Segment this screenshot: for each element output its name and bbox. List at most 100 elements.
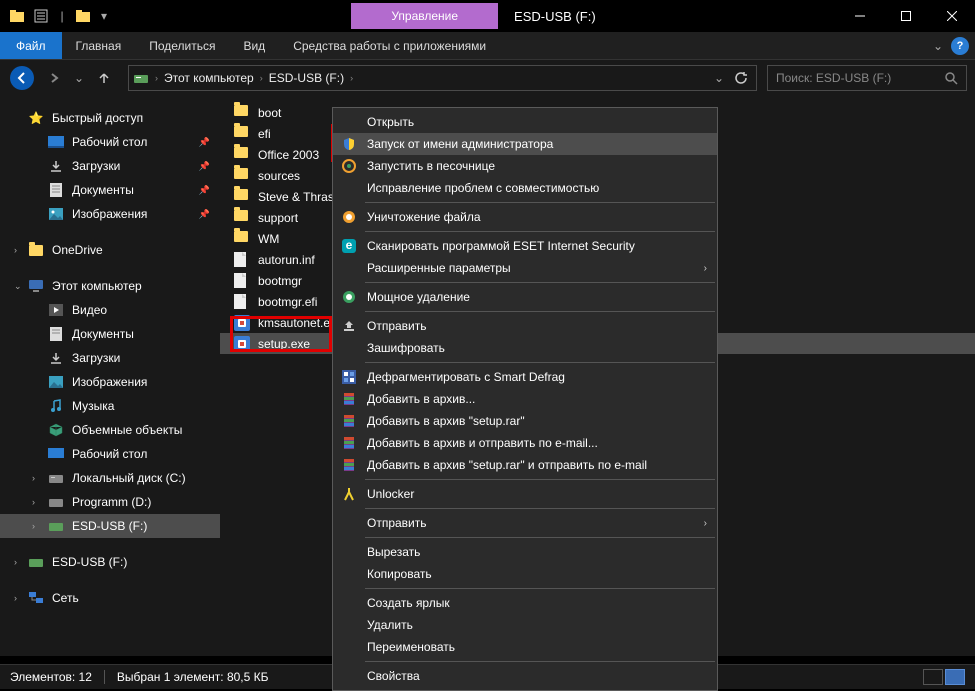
menu-item-label: Дефрагментировать с Smart Defrag (367, 370, 565, 384)
folder-icon (234, 105, 250, 121)
up-button[interactable] (90, 64, 118, 92)
breadcrumb-drive[interactable]: ESD-USB (F:) (265, 71, 348, 85)
nav-3d-objects[interactable]: Объемные объекты (0, 418, 220, 442)
nav-desktop-pc[interactable]: Рабочий стол (0, 442, 220, 466)
nav-quick-access[interactable]: ⭐ Быстрый доступ (0, 106, 220, 130)
nav-this-pc[interactable]: ⌄Этот компьютер (0, 274, 220, 298)
nav-onedrive[interactable]: ›OneDrive (0, 238, 220, 262)
nav-documents-pc[interactable]: Документы (0, 322, 220, 346)
close-button[interactable] (929, 0, 975, 32)
maximize-button[interactable] (883, 0, 929, 32)
nav-pictures[interactable]: Изображения📌 (0, 202, 220, 226)
svg-text:e: e (346, 239, 353, 252)
contextual-tab[interactable]: Управление (351, 3, 498, 29)
expand-icon[interactable]: › (32, 521, 35, 531)
help-icon[interactable]: ? (951, 37, 969, 55)
new-folder-icon[interactable] (74, 7, 92, 25)
menu-item-label: Сканировать программой ESET Internet Sec… (367, 239, 635, 253)
nav-drive-c[interactable]: ›Локальный диск (C:) (0, 466, 220, 490)
ribbon-tab-share[interactable]: Поделиться (135, 32, 229, 59)
nav-drive-f[interactable]: ›ESD-USB (F:) (0, 514, 220, 538)
menu-separator (365, 231, 715, 232)
cube-icon (48, 422, 64, 438)
collapse-icon[interactable]: ⌄ (14, 281, 22, 292)
menu-item[interactable]: Добавить в архив "setup.rar" и отправить… (333, 454, 717, 476)
downloads-icon (48, 350, 64, 366)
folder-icon (234, 210, 250, 226)
menu-item-label: Отправить (367, 319, 427, 333)
menu-item[interactable]: Мощное удаление (333, 286, 717, 308)
minimize-button[interactable] (837, 0, 883, 32)
menu-item[interactable]: Расширенные параметры› (333, 257, 717, 279)
expand-icon[interactable]: › (14, 245, 17, 255)
icons-view-button[interactable] (945, 669, 965, 685)
nav-esd-usb-root[interactable]: ›ESD-USB (F:) (0, 550, 220, 574)
crumb-separator-icon[interactable]: › (348, 73, 355, 83)
menu-item[interactable]: Копировать (333, 563, 717, 585)
nav-desktop[interactable]: Рабочий стол📌 (0, 130, 220, 154)
ribbon-expand-icon[interactable]: ⌄ (933, 39, 943, 53)
file-name: autorun.inf (258, 253, 315, 267)
search-input[interactable]: Поиск: ESD-USB (F:) (767, 65, 967, 91)
breadcrumb-this-pc[interactable]: Этот компьютер (160, 71, 258, 85)
file-tab[interactable]: Файл (0, 32, 62, 59)
properties-icon[interactable] (32, 7, 50, 25)
nav-drive-d[interactable]: ›Programm (D:) (0, 490, 220, 514)
nav-network[interactable]: ›Сеть (0, 586, 220, 610)
menu-item[interactable]: Запустить в песочнице (333, 155, 717, 177)
expand-icon[interactable]: › (14, 593, 17, 603)
menu-item[interactable]: Создать ярлык (333, 592, 717, 614)
folder-icon (234, 126, 250, 142)
menu-item[interactable]: Добавить в архив и отправить по e-mail..… (333, 432, 717, 454)
crumb-separator-icon[interactable]: › (258, 73, 265, 83)
nav-documents[interactable]: Документы📌 (0, 178, 220, 202)
menu-item[interactable]: Запуск от имени администратора (333, 133, 717, 155)
recent-dropdown-icon[interactable]: ⌄ (72, 64, 86, 92)
menu-item[interactable]: Открыть (333, 111, 717, 133)
file-icon (234, 273, 250, 289)
title-center: Управление ESD-USB (F:) (110, 3, 837, 29)
forward-button[interactable] (40, 64, 68, 92)
menu-item[interactable]: Исправление проблем с совместимостью (333, 177, 717, 199)
folder-icon (234, 231, 250, 247)
menu-item[interactable]: Вырезать (333, 541, 717, 563)
nav-music[interactable]: Музыка (0, 394, 220, 418)
submenu-arrow-icon: › (704, 518, 707, 529)
nav-videos[interactable]: Видео (0, 298, 220, 322)
menu-item[interactable]: Удалить (333, 614, 717, 636)
nav-downloads[interactable]: Загрузки📌 (0, 154, 220, 178)
menu-item-label: Создать ярлык (367, 596, 450, 610)
crumb-separator-icon[interactable]: › (153, 73, 160, 83)
menu-item-label: Запустить в песочнице (367, 159, 495, 173)
menu-item[interactable]: Unlocker (333, 483, 717, 505)
menu-item[interactable]: Свойства (333, 665, 717, 687)
menu-item[interactable]: Добавить в архив... (333, 388, 717, 410)
menu-item[interactable]: Отправить (333, 315, 717, 337)
nav-downloads-pc[interactable]: Загрузки (0, 346, 220, 370)
back-button[interactable] (8, 64, 36, 92)
menu-separator (365, 479, 715, 480)
expand-icon[interactable]: › (32, 497, 35, 507)
star-icon: ⭐ (28, 110, 44, 126)
search-icon (944, 71, 958, 85)
expand-icon[interactable]: › (14, 557, 17, 567)
ribbon-tab-home[interactable]: Главная (62, 32, 136, 59)
menu-item[interactable]: Переименовать (333, 636, 717, 658)
address-dropdown-icon[interactable]: ⌄ (710, 64, 728, 92)
details-view-button[interactable] (923, 669, 943, 685)
refresh-icon[interactable] (730, 64, 752, 92)
menu-item[interactable]: Зашифровать (333, 337, 717, 359)
menu-item[interactable]: Дефрагментировать с Smart Defrag (333, 366, 717, 388)
expand-icon[interactable]: › (32, 473, 35, 483)
menu-item[interactable]: e Сканировать программой ESET Internet Se… (333, 235, 717, 257)
ribbon-tab-view[interactable]: Вид (229, 32, 279, 59)
menu-item[interactable]: Уничтожение файла (333, 206, 717, 228)
menu-item[interactable]: Отправить› (333, 512, 717, 534)
address-bar[interactable]: › Этот компьютер › ESD-USB (F:) › ⌄ (128, 65, 757, 91)
app-icon[interactable] (8, 7, 26, 25)
ribbon-tab-app-tools[interactable]: Средства работы с приложениями (279, 32, 500, 59)
qat-dropdown-icon[interactable]: ▾ (98, 9, 110, 23)
menu-item-label: Запуск от имени администратора (367, 137, 553, 151)
nav-pictures-pc[interactable]: Изображения (0, 370, 220, 394)
menu-item[interactable]: Добавить в архив "setup.rar" (333, 410, 717, 432)
